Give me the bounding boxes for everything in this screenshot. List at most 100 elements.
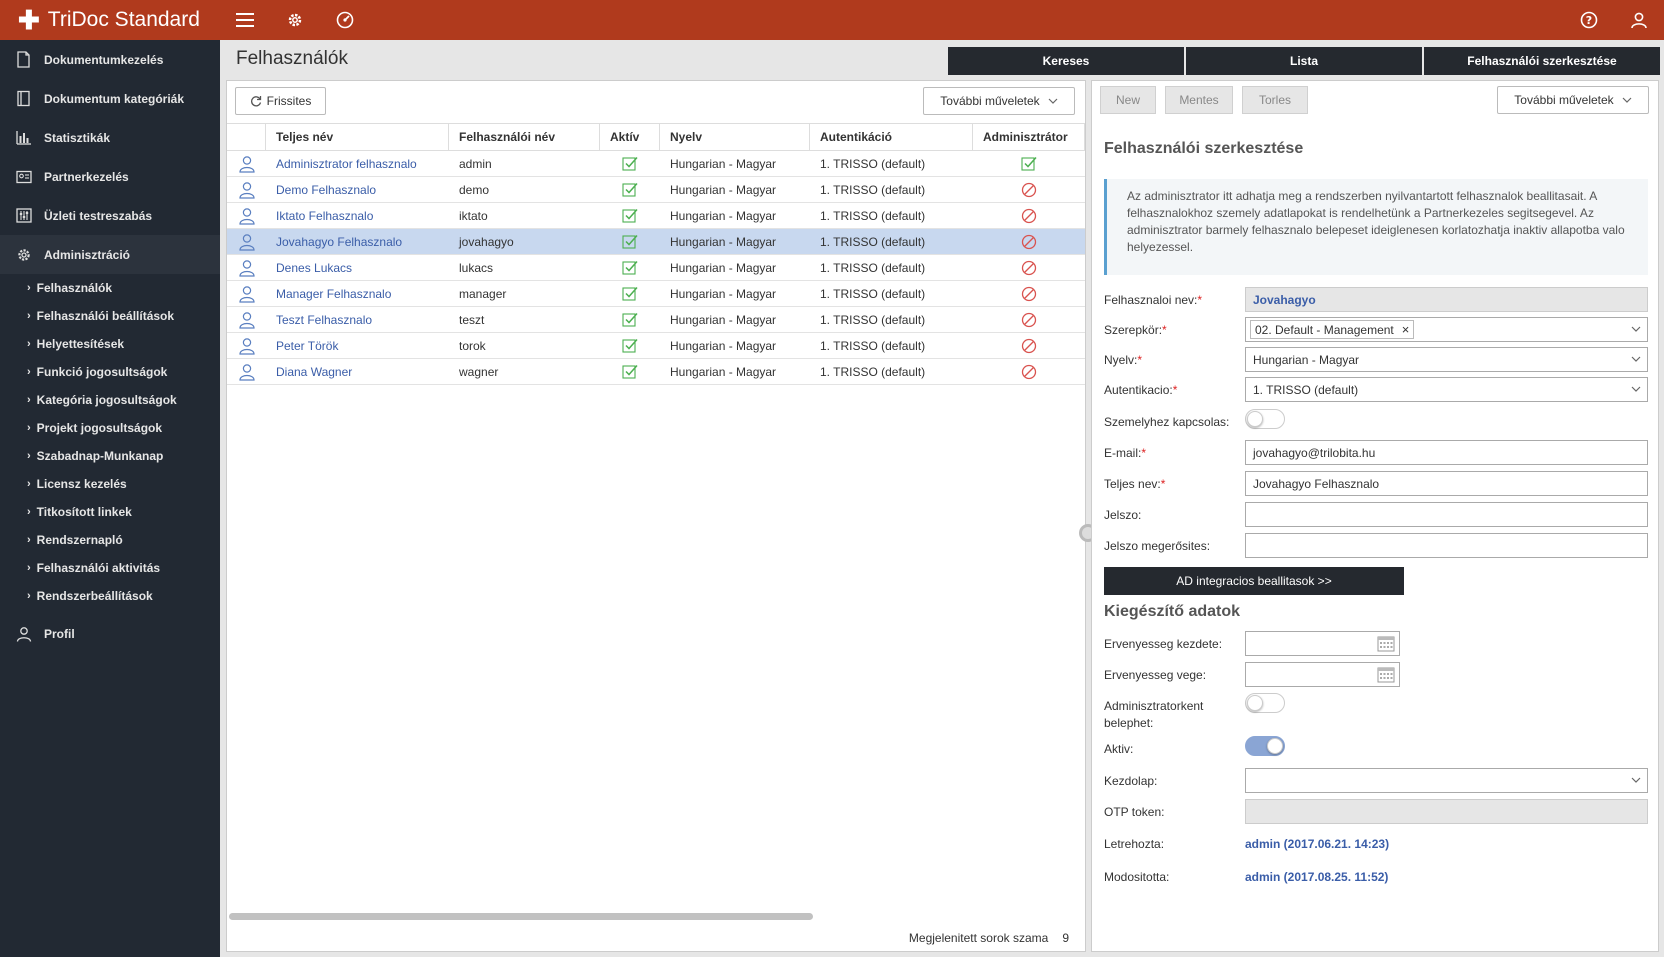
table-row[interactable]: Teszt Felhasznalo teszt Hungarian - Magyar… <box>227 307 1085 333</box>
sidebar-subitem-label: Felhasználói aktivitás <box>36 561 161 575</box>
cell-full-name[interactable]: Manager Felhasznalo <box>266 281 449 306</box>
remove-tag-icon[interactable]: × <box>1402 322 1410 337</box>
cell-language: Hungarian - Magyar <box>670 234 777 249</box>
header-teljes-nev[interactable]: Teljes név <box>266 124 449 150</box>
sidebar-subitem-funkcio-jogosultsagok[interactable]: › Funkció jogosultságok <box>0 358 220 386</box>
auth-select[interactable]: 1. TRISSO (default) <box>1245 377 1648 402</box>
cell-full-name[interactable]: Diana Wagner <box>266 359 449 384</box>
sidebar-item-uzleti-testreszabas[interactable]: Üzleti testreszabás <box>0 196 220 235</box>
cell-username: torok <box>459 338 486 353</box>
calendar-icon[interactable] <box>1377 635 1395 655</box>
user-icon <box>227 307 266 332</box>
cell-full-name[interactable]: Jovahagyo Felhasznalo <box>266 229 449 254</box>
new-button[interactable]: New <box>1100 86 1156 114</box>
sidebar-subitem-label: Funkció jogosultságok <box>36 365 168 379</box>
admin-login-toggle[interactable] <box>1245 693 1285 713</box>
table-row[interactable]: Jovahagyo Felhasznalo jovahagyo Hungarian … <box>227 229 1085 255</box>
table-row[interactable]: Denes Lukacs lukacs Hungarian - Magyar 1. T… <box>227 255 1085 281</box>
checkbox-checked-icon <box>600 359 660 384</box>
cell-full-name[interactable]: Demo Felhasznalo <box>266 177 449 202</box>
sidebar-subitem-felhasznaloi-aktivitas[interactable]: › Felhasználói aktivitás <box>0 554 220 582</box>
tab-lista[interactable]: Lista <box>1186 47 1422 75</box>
more-actions-button[interactable]: További műveletek <box>923 87 1075 115</box>
sidebar-item-label: Adminisztráció <box>44 247 131 262</box>
fullname-field[interactable]: Jovahagyo Felhasznalo <box>1245 471 1648 496</box>
table-row[interactable]: Peter Török torok Hungarian - Magyar 1. TRI… <box>227 333 1085 359</box>
sidebar-item-dokumentum-kategoriak[interactable]: Dokumentum kategóriák <box>0 79 220 118</box>
table-row[interactable]: Adminisztrator felhasznalo admin Hungarian… <box>227 151 1085 177</box>
created-by-link[interactable]: admin (2017.06.21. 14:23) <box>1245 837 1389 851</box>
tab-kereses[interactable]: Kereses <box>948 47 1184 75</box>
sidebar-subitem-szabadnap-munkanap[interactable]: › Szabadnap-Munkanap <box>0 442 220 470</box>
chevron-right-icon: › <box>27 506 31 518</box>
sidebar-item-adminisztracio[interactable]: Adminisztráció <box>0 235 220 274</box>
cell-full-name[interactable]: Peter Török <box>266 333 449 358</box>
table-row[interactable]: Demo Felhasznalo demo Hungarian - Magyar 1.… <box>227 177 1085 203</box>
sidebar-subitem-rendszerbeallitasok[interactable]: › Rendszerbeállítások <box>0 582 220 610</box>
cell-auth: 1. TRISSO (default) <box>820 208 926 223</box>
role-tag: 02. Default - Management × <box>1250 320 1415 339</box>
cell-username: manager <box>459 286 507 301</box>
header-autentikacio[interactable]: Autentikáció <box>810 124 973 150</box>
password-confirm-field[interactable] <box>1245 533 1648 558</box>
sidebar-subitem-rendszernaplo[interactable]: › Rendszernapló <box>0 526 220 554</box>
sidebar-item-partnerkezeles[interactable]: Partnerkezelés <box>0 157 220 196</box>
help-icon[interactable]: ? <box>1564 0 1614 40</box>
valid-from-date[interactable] <box>1245 631 1400 656</box>
table-row[interactable]: Manager Felhasznalo manager Hungarian - Ma… <box>227 281 1085 307</box>
password-field[interactable] <box>1245 502 1648 527</box>
user-icon <box>227 255 266 280</box>
cell-username: lukacs <box>459 260 494 275</box>
book-icon <box>16 90 38 108</box>
cell-full-name[interactable]: Teszt Felhasznalo <box>266 307 449 332</box>
sidebar-subitem-titkositott-linkek[interactable]: › Titkosított linkek <box>0 498 220 526</box>
language-label: Nyelv:* <box>1104 353 1143 367</box>
person-link-label: Szemelyhez kapcsolas: <box>1104 415 1230 429</box>
checkbox-checked-icon <box>600 177 660 202</box>
header-felhasznaloi-nev[interactable]: Felhasználói név <box>449 124 600 150</box>
sidebar-subitem-licensz-kezeles[interactable]: › Licensz kezelés <box>0 470 220 498</box>
person-link-toggle[interactable] <box>1245 409 1285 429</box>
table-row[interactable]: Iktato Felhasznalo iktato Hungarian - Magy… <box>227 203 1085 229</box>
header-adminisztrator[interactable]: Adminisztrátor <box>973 124 1085 150</box>
sidebar-subitem-felhasznalok[interactable]: › Felhasználók <box>0 274 220 302</box>
sidebar-subitem-helyettesitesek[interactable]: › Helyettesítések <box>0 330 220 358</box>
sidebar-subitem-felhasznaloi-beallitasok[interactable]: › Felhasználói beállítások <box>0 302 220 330</box>
gear-icon[interactable] <box>270 0 320 40</box>
sidebar-subitem-projekt-jogosultsagok[interactable]: › Projekt jogosultságok <box>0 414 220 442</box>
email-field[interactable]: jovahagyo@trilobita.hu <box>1245 440 1648 465</box>
user-icon[interactable] <box>1614 0 1664 40</box>
sidebar-subitem-kategoria-jogosultsagok[interactable]: › Kategória jogosultságok <box>0 386 220 414</box>
auth-label: Autentikacio:* <box>1104 383 1178 397</box>
editor-more-actions-button[interactable]: További műveletek <box>1497 86 1649 114</box>
table-row[interactable]: Diana Wagner wagner Hungarian - Magyar 1. T… <box>227 359 1085 385</box>
dashboard-icon[interactable] <box>320 0 370 40</box>
delete-button[interactable]: Torles <box>1242 86 1308 114</box>
chevron-right-icon: › <box>27 310 31 322</box>
username-field[interactable]: Jovahagyo <box>1245 287 1648 312</box>
horizontal-scrollbar[interactable] <box>229 913 813 920</box>
active-toggle[interactable] <box>1245 736 1285 756</box>
menu-icon[interactable] <box>220 0 270 40</box>
save-button[interactable]: Mentes <box>1165 86 1233 114</box>
cell-full-name[interactable]: Adminisztrator felhasznalo <box>266 151 449 176</box>
forbidden-icon <box>973 255 1085 280</box>
sidebar-item-label: Partnerkezelés <box>44 169 129 184</box>
valid-to-date[interactable] <box>1245 662 1400 687</box>
sidebar-item-statisztikak[interactable]: Statisztikák <box>0 118 220 157</box>
language-select[interactable]: Hungarian - Magyar <box>1245 347 1648 372</box>
header-aktiv[interactable]: Aktív <box>600 124 660 150</box>
cell-full-name[interactable]: Denes Lukacs <box>266 255 449 280</box>
sidebar-item-dokumentumkezeles[interactable]: Dokumentumkezelés <box>0 40 220 79</box>
sidebar-item-profil[interactable]: Profil <box>0 614 220 653</box>
app-brand[interactable]: ✚ TriDoc Standard <box>0 7 220 33</box>
calendar-icon[interactable] <box>1377 666 1395 686</box>
cell-full-name[interactable]: Iktato Felhasznalo <box>266 203 449 228</box>
tab-felhasznaloi-szerkesztese[interactable]: Felhasználói szerkesztése <box>1424 47 1660 75</box>
refresh-button[interactable]: Frissites <box>235 87 326 115</box>
homepage-select[interactable] <box>1245 768 1648 793</box>
ad-integration-button[interactable]: AD integracios beallitasok >> <box>1104 567 1404 595</box>
modified-by-link[interactable]: admin (2017.08.25. 11:52) <box>1245 870 1388 884</box>
role-select[interactable]: 02. Default - Management × <box>1245 317 1648 342</box>
header-nyelv[interactable]: Nyelv <box>660 124 810 150</box>
